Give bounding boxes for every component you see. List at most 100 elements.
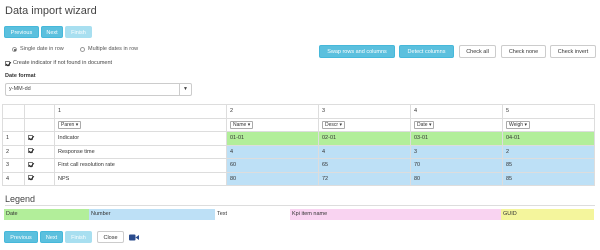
column-type-row: Paren ▾ Name ▾ Descr ▾ Date ▾ Weigh ▾: [2, 117, 595, 132]
empty-cell: [24, 104, 55, 119]
table-cell: 3: [410, 144, 503, 159]
row-checkbox-cell: [24, 144, 55, 159]
type-cell: Weigh ▾: [502, 117, 595, 132]
column-type-value: Weigh: [509, 121, 524, 128]
video-camera-icon[interactable]: [129, 234, 139, 241]
table-cell: Indicator: [54, 131, 227, 146]
table-cell: 04-01: [502, 131, 595, 146]
legend-item-date: Date: [4, 209, 89, 220]
date-format-label: Date format: [5, 73, 36, 79]
table-cell: 60: [226, 158, 319, 173]
empty-cell: [2, 117, 25, 132]
legend-item-kpi-name: Kpi item name: [290, 209, 501, 220]
row-checkbox-cell: [24, 158, 55, 173]
close-button[interactable]: Close: [97, 231, 124, 243]
table-row: 2 Response time 4 4 3 2: [2, 144, 595, 159]
column-number: 5: [502, 104, 595, 119]
table-cell: 2: [502, 144, 595, 159]
row-number: 3: [2, 158, 25, 173]
table-row: 3 First call resolution rate 60 65 70 85: [2, 158, 595, 173]
caret-down-icon: ▾: [339, 121, 342, 128]
legend-item-guid: GUID: [501, 209, 594, 220]
check-invert-button[interactable]: Check invert: [550, 45, 596, 58]
next-button-bottom[interactable]: Next: [40, 231, 63, 243]
previous-button-bottom[interactable]: Previous: [4, 231, 38, 243]
table-cell: 80: [226, 171, 319, 186]
chevron-down-icon: ▼: [179, 84, 191, 95]
column-type-select[interactable]: Paren ▾: [58, 120, 82, 129]
finish-button[interactable]: Finish: [65, 26, 92, 38]
table-cell: 4: [226, 144, 319, 159]
caret-down-icon: ▾: [428, 121, 432, 128]
row-checkbox[interactable]: [28, 134, 33, 140]
table-cell: 70: [410, 158, 503, 173]
multiple-dates-option[interactable]: Multiple dates in row: [80, 46, 138, 52]
table-cell: 85: [502, 171, 595, 186]
single-date-label: Single date in row: [20, 46, 64, 52]
column-number: 3: [318, 104, 411, 119]
table-cell: 72: [318, 171, 411, 186]
type-cell: Paren ▾: [54, 117, 227, 132]
next-button[interactable]: Next: [41, 26, 63, 38]
column-type-select[interactable]: Date ▾: [414, 120, 435, 129]
previous-button[interactable]: Previous: [4, 26, 39, 38]
divider: [5, 205, 595, 206]
column-type-value: Name: [233, 121, 247, 128]
row-number: 2: [2, 144, 25, 159]
empty-cell: [2, 104, 25, 119]
column-type-select[interactable]: Descr ▾: [322, 120, 345, 129]
caret-down-icon: ▾: [75, 121, 79, 128]
row-checkbox[interactable]: [28, 175, 33, 181]
legend: Date Number Text Kpi item name GUID: [4, 209, 594, 220]
detect-columns-button[interactable]: Detect columns: [399, 45, 454, 58]
table-cell: 65: [318, 158, 411, 173]
row-checkbox-cell: [24, 171, 55, 186]
row-number: 4: [2, 171, 25, 186]
check-none-button[interactable]: Check none: [501, 45, 546, 58]
column-type-value: Descr: [325, 121, 339, 128]
check-all-button[interactable]: Check all: [459, 45, 496, 58]
column-number: 2: [226, 104, 319, 119]
table-cell: NPS: [54, 171, 227, 186]
table-row: 4 NPS 80 72 80 85: [2, 171, 595, 186]
table-row: 1 Indicator 01-01 02-01 03-01 04-01: [2, 131, 595, 146]
column-type-select[interactable]: Name ▾: [230, 120, 254, 129]
caret-down-icon: ▾: [247, 121, 251, 128]
create-indicator-label: Create indicator if not found in documen…: [13, 60, 113, 66]
date-format-value: y-MM-dd: [9, 86, 31, 92]
type-cell: Name ▾: [226, 117, 319, 132]
caret-down-icon: ▾: [524, 121, 527, 128]
legend-item-number: Number: [89, 209, 215, 220]
column-type-value: Paren: [61, 121, 75, 128]
legend-item-text: Text: [215, 209, 290, 220]
row-checkbox[interactable]: [28, 148, 33, 154]
date-format-select[interactable]: y-MM-dd ▼: [5, 83, 192, 96]
column-type-value: Date: [417, 121, 428, 128]
type-cell: Date ▾: [410, 117, 503, 132]
column-number-row: 1 2 3 4 5: [2, 104, 595, 119]
create-indicator-checkbox[interactable]: Create indicator if not found in documen…: [5, 60, 112, 66]
column-number: 1: [54, 104, 227, 119]
row-checkbox-cell: [24, 131, 55, 146]
single-date-option[interactable]: Single date in row: [12, 46, 64, 52]
legend-title: Legend: [5, 194, 36, 204]
checkbox-checked-icon: [5, 60, 10, 66]
table-cell: 4: [318, 144, 411, 159]
radio-selected-icon: [12, 46, 17, 52]
table-cell: 03-01: [410, 131, 503, 146]
multiple-dates-label: Multiple dates in row: [88, 46, 139, 52]
finish-button-bottom[interactable]: Finish: [65, 231, 92, 243]
column-type-select[interactable]: Weigh ▾: [506, 120, 530, 129]
row-number: 1: [2, 131, 25, 146]
radio-icon: [80, 46, 85, 52]
table-cell: 80: [410, 171, 503, 186]
table-cell: 02-01: [318, 131, 411, 146]
row-checkbox[interactable]: [28, 161, 33, 167]
import-table: 1 2 3 4 5 Paren ▾ Name ▾ Descr ▾ Date ▾ …: [2, 104, 595, 186]
table-cell: 01-01: [226, 131, 319, 146]
table-cell: Response time: [54, 144, 227, 159]
table-cell: First call resolution rate: [54, 158, 227, 173]
page-title: Data import wizard: [5, 5, 97, 17]
column-number: 4: [410, 104, 503, 119]
swap-rows-columns-button[interactable]: Swap rows and columns: [319, 45, 395, 58]
